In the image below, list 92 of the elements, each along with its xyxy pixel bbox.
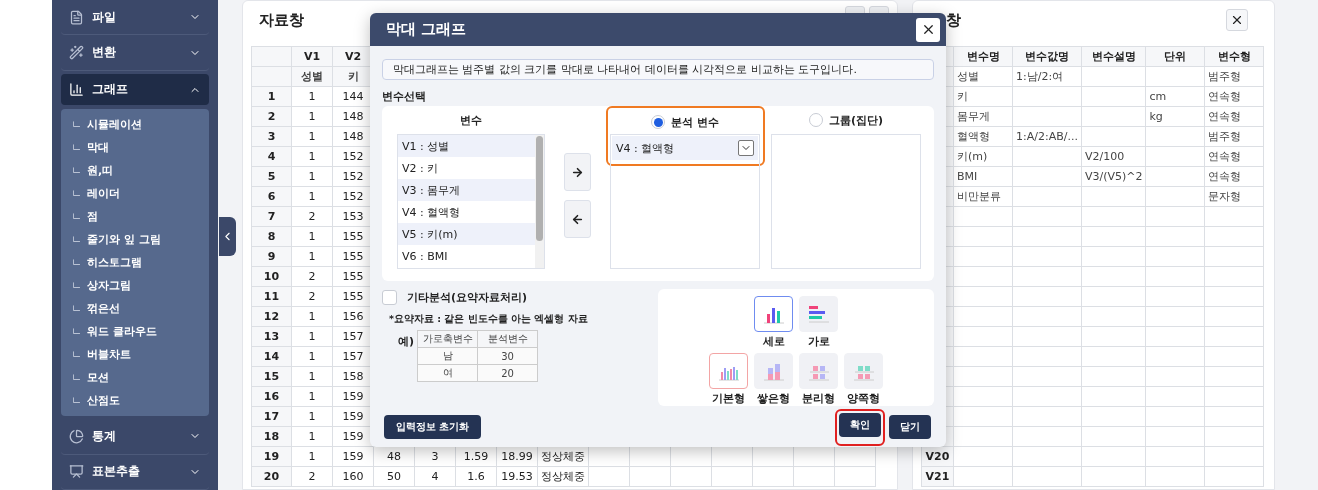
close-button[interactable] (1226, 9, 1248, 31)
note-text: *요약자료 : 같은 빈도수를 아는 엑셀형 자료 (388, 313, 588, 326)
column-header: 변수형 (1205, 46, 1264, 67)
list-item[interactable]: V5 : 키(m) (398, 223, 535, 245)
row-number: 17 (251, 406, 292, 427)
submenu-item[interactable]: ㄴ 시뮬레이션 (61, 113, 209, 137)
row-number: 11 (251, 286, 292, 307)
submenu-item[interactable]: ㄴ 워드 클라우드 (61, 320, 209, 344)
checkbox-label: 기타분석(요약자료처리) (407, 290, 528, 305)
menu-icon (69, 9, 84, 25)
confirm-button[interactable]: 확인 (838, 412, 881, 437)
column-header: 변수값명 (1012, 46, 1082, 67)
menu-icon (69, 45, 84, 61)
remove-button[interactable] (564, 200, 591, 238)
sidebar-item[interactable]: 통계 (61, 419, 209, 455)
description-text: 막대그래프는 범주별 값의 크기를 막대로 나타내어 데이터를 시각적으로 비교하는 도구입니다. (382, 59, 934, 80)
column-header: 단위 (1146, 46, 1205, 67)
row-header: V21 (921, 466, 954, 487)
option-label: 세로 (762, 334, 785, 349)
column-header: 변수명 (953, 46, 1013, 67)
column-header: V1 (291, 46, 333, 67)
submenu-item[interactable]: ㄴ 모션 (61, 366, 209, 390)
dropdown-button[interactable] (738, 140, 754, 156)
row-number: 19 (251, 446, 292, 467)
arrow-right-icon (571, 165, 584, 179)
scrollbar[interactable] (535, 135, 544, 268)
row-number: 18 (251, 426, 292, 447)
row-number: 16 (251, 386, 292, 407)
row-number: 15 (251, 366, 292, 387)
row-number: 3 (251, 126, 292, 147)
dialog-title: 막대 그래프 (386, 20, 467, 39)
collapse-button[interactable] (219, 217, 236, 256)
option-label: 가로 (807, 334, 830, 349)
row-number: 9 (251, 246, 292, 267)
close-icon (1230, 13, 1244, 27)
checkbox[interactable] (382, 290, 397, 305)
close-button[interactable] (916, 17, 940, 42)
example-header: 가로축변수 (417, 330, 478, 348)
example-label: 예) (398, 334, 415, 350)
list-item[interactable]: V3 : 몸무게 (398, 179, 535, 201)
submenu-item[interactable]: ㄴ 상자그림 (61, 274, 209, 298)
submenu-item[interactable]: ㄴ 버블차트 (61, 343, 209, 367)
submenu-item[interactable]: ㄴ 산점도 (61, 389, 209, 413)
row-header: V20 (921, 446, 954, 467)
window-title: 창 (946, 10, 961, 30)
submenu-item[interactable]: ㄴ 원,띠 (61, 159, 209, 183)
menu-icon (69, 82, 84, 97)
radio-label[interactable]: 분석 변수 (671, 114, 719, 130)
row-number: 20 (251, 466, 292, 487)
row-number: 7 (251, 206, 292, 227)
option-label: 쌓은형 (757, 391, 790, 406)
option-label: 분리형 (802, 391, 835, 406)
arrow-left-icon (571, 212, 584, 226)
sidebar-item[interactable]: 파일 (61, 0, 209, 36)
row-number: 6 (251, 186, 292, 207)
row-number: 14 (251, 346, 292, 367)
menu-icon (69, 464, 84, 480)
window-title: 자료창 (259, 10, 304, 30)
column-heading: 변수 (459, 112, 483, 129)
row-number: 5 (251, 166, 292, 187)
option-label: 양쪽형 (847, 391, 880, 406)
close-button[interactable]: 닫기 (889, 415, 931, 439)
chart-type-option[interactable] (754, 296, 793, 332)
row-number: 12 (251, 306, 292, 327)
submenu-item[interactable]: ㄴ 줄기와 잎 그림 (61, 228, 209, 252)
submenu-item[interactable]: ㄴ 히스토그램 (61, 251, 209, 275)
submenu-item[interactable]: ㄴ 꺾은선 (61, 297, 209, 321)
sidebar-item[interactable]: 변환 (61, 35, 209, 71)
sidebar-item[interactable]: 표본추출 (61, 454, 209, 490)
row-number: 8 (251, 226, 292, 247)
submenu-item[interactable]: ㄴ 레이더 (61, 182, 209, 206)
radio-button[interactable] (651, 115, 666, 129)
column-header: 변수설명 (1081, 46, 1146, 67)
add-button[interactable] (564, 153, 591, 191)
submenu-item[interactable]: ㄴ 점 (61, 205, 209, 229)
submenu-item[interactable]: ㄴ 막대 (61, 136, 209, 160)
menu-icon (69, 428, 84, 444)
radio-button[interactable] (808, 113, 823, 127)
row-number: 13 (251, 326, 292, 347)
reset-button[interactable]: 입력정보 초기화 (384, 415, 482, 439)
sidebar-item[interactable]: 그래프 (61, 73, 209, 106)
option-label: 기본형 (712, 391, 745, 406)
section-label: 변수선택 (382, 89, 427, 102)
chart-style-option[interactable] (709, 353, 748, 389)
radio-label[interactable]: 그룹(집단) (828, 112, 884, 128)
row-number: 4 (251, 146, 292, 167)
example-header: 분석변수 (477, 330, 538, 348)
row-number: 2 (251, 106, 292, 127)
list-item[interactable]: V4 : 혈액형 (612, 136, 758, 160)
list-item[interactable]: V1 : 성별 (398, 135, 535, 157)
row-number: 1 (251, 86, 292, 107)
row-number: 10 (251, 266, 292, 287)
